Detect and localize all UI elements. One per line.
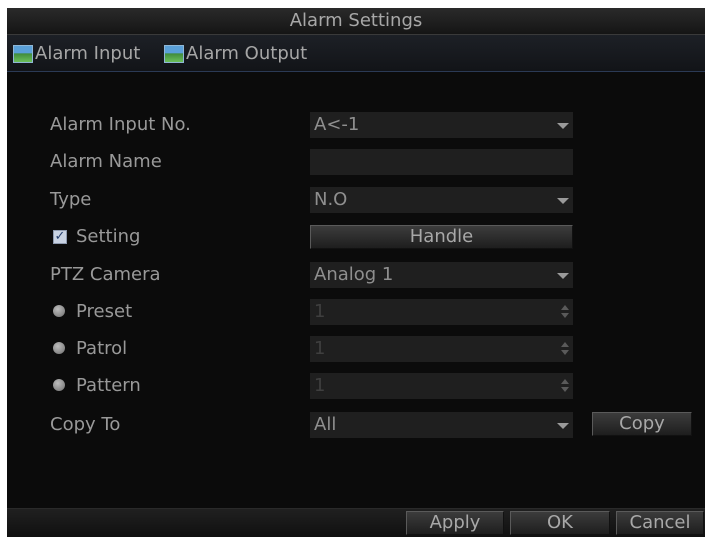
ptz-camera-label: PTZ Camera	[50, 264, 161, 285]
alarm-name-input[interactable]	[310, 149, 573, 175]
preset-label: Preset	[76, 301, 133, 322]
preset-stepper[interactable]: 1	[310, 299, 573, 325]
apply-button[interactable]: Apply	[406, 511, 504, 535]
setting-checkbox[interactable]: ✓	[53, 230, 67, 244]
preset-value: 1	[314, 301, 326, 322]
ok-button[interactable]: OK	[510, 511, 610, 535]
alarm-input-no-label: Alarm Input No.	[50, 114, 191, 135]
tab-label: Alarm Input	[35, 43, 141, 64]
type-select[interactable]: N.O	[310, 187, 573, 213]
pattern-stepper[interactable]: 1	[310, 373, 573, 399]
ptz-camera-value: Analog 1	[314, 264, 394, 285]
alarm-name-label: Alarm Name	[50, 151, 162, 172]
chevron-down-icon	[557, 423, 569, 429]
tab-alarm-input[interactable]: Alarm Input	[13, 41, 163, 67]
type-value: N.O	[314, 189, 348, 210]
image-icon	[13, 45, 33, 63]
spin-arrows-icon	[561, 305, 569, 319]
patrol-stepper[interactable]: 1	[310, 336, 573, 362]
chevron-down-icon	[557, 198, 569, 204]
spin-arrows-icon	[561, 379, 569, 393]
image-icon	[164, 45, 184, 63]
patrol-label: Patrol	[76, 338, 128, 359]
copy-button[interactable]: Copy	[592, 412, 692, 436]
copy-to-value: All	[314, 414, 337, 435]
ptz-camera-select[interactable]: Analog 1	[310, 262, 573, 288]
window-title: Alarm Settings	[7, 8, 705, 35]
patrol-radio[interactable]	[53, 342, 65, 354]
preset-radio[interactable]	[53, 305, 65, 317]
pattern-label: Pattern	[76, 375, 141, 396]
type-label: Type	[50, 189, 92, 210]
spin-arrows-icon	[561, 342, 569, 356]
alarm-input-no-value: A<-1	[314, 114, 360, 135]
copy-to-select[interactable]: All	[310, 412, 573, 438]
chevron-down-icon	[557, 273, 569, 279]
chevron-down-icon	[557, 123, 569, 129]
footer-bar: Apply OK Cancel	[7, 508, 705, 537]
tab-label: Alarm Output	[186, 43, 308, 64]
setting-label: Setting	[76, 226, 141, 247]
copy-to-label: Copy To	[50, 414, 121, 435]
pattern-radio[interactable]	[53, 379, 65, 391]
handle-button[interactable]: Handle	[310, 225, 573, 249]
tab-alarm-output[interactable]: Alarm Output	[164, 41, 334, 67]
cancel-button[interactable]: Cancel	[616, 511, 704, 535]
pattern-value: 1	[314, 375, 326, 396]
patrol-value: 1	[314, 338, 326, 359]
alarm-settings-window: Alarm Settings Alarm Input Alarm Output …	[7, 8, 705, 537]
alarm-input-no-select[interactable]: A<-1	[310, 112, 573, 138]
tab-bar: Alarm Input Alarm Output	[7, 35, 705, 72]
